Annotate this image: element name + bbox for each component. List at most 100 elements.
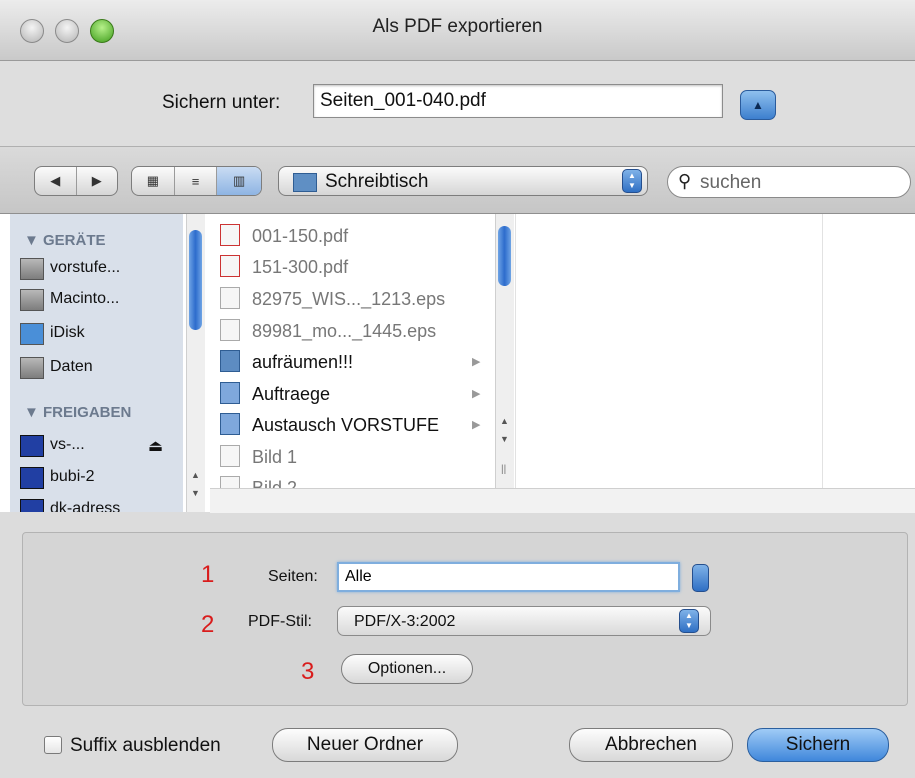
sidebar: ▼ GERÄTE vorstufe... Macinto... iDisk Da… — [10, 214, 183, 512]
list-item[interactable]: 89981_mo..._1445.eps — [220, 319, 436, 342]
hide-suffix-label: Suffix ausblenden — [70, 735, 221, 756]
column-resize-handle[interactable]: || — [501, 464, 506, 475]
scroll-down-icon[interactable]: ▼ — [500, 434, 509, 444]
list-item[interactable]: aufräumen!!! — [220, 350, 353, 373]
list-item[interactable]: 82975_WIS..._1213.eps — [220, 287, 445, 310]
file-name: Bild 1 — [252, 447, 298, 467]
back-forward-control: ◀ ▶ — [34, 166, 118, 196]
sidebar-item-label: dk-adress — [50, 500, 121, 512]
pages-stepper[interactable] — [692, 564, 709, 592]
sidebar-item-label: Daten — [50, 358, 93, 375]
server-folder-icon — [220, 382, 240, 404]
sidebar-item-label: Macinto... — [50, 290, 120, 307]
export-dialog: Als PDF exportieren Sichern unter: ▲ ◀ ▶… — [0, 0, 915, 778]
file-name: 82975_WIS..._1213.eps — [252, 289, 446, 309]
server-folder-icon — [220, 413, 240, 435]
chevron-right-icon: ▶ — [472, 419, 481, 431]
eps-file-icon — [220, 319, 240, 341]
forward-icon[interactable]: ▶ — [77, 167, 118, 195]
monitor-icon — [20, 467, 44, 489]
new-folder-button[interactable]: Neuer Ordner — [272, 728, 458, 762]
sidebar-item-label: bubi-2 — [50, 468, 95, 485]
sidebar-section-shared: ▼ FREIGABEN — [24, 404, 132, 421]
popup-arrows-icon: ▲ ▼ — [622, 169, 642, 193]
scroll-thumb[interactable] — [189, 230, 202, 330]
options-button[interactable]: Optionen... — [341, 654, 473, 684]
file-name: Auftraege — [252, 384, 331, 404]
list-view-icon[interactable]: ≡ — [175, 167, 218, 195]
file-column-scrollbar[interactable]: ▲ ▼ || — [495, 214, 514, 488]
image-file-icon — [220, 445, 240, 467]
scroll-up-icon[interactable]: ▲ — [191, 470, 200, 480]
sidebar-item-macintosh[interactable]: Macinto... — [20, 289, 120, 311]
list-item[interactable]: Auftraege — [220, 382, 330, 405]
sidebar-section-devices: ▼ GERÄTE — [24, 232, 106, 249]
pdf-style-popup[interactable]: PDF/X-3:2002 ▲ ▼ — [337, 606, 711, 636]
hard-drive-icon — [20, 258, 44, 280]
pdf-file-icon — [220, 224, 240, 246]
monitor-icon — [20, 499, 44, 512]
save-as-label: Sichern unter: — [162, 92, 281, 113]
folder-icon — [220, 350, 240, 372]
search-field[interactable]: ⚲ suchen — [667, 166, 911, 198]
scroll-thumb[interactable] — [498, 226, 511, 286]
pages-input[interactable] — [337, 562, 680, 592]
hide-suffix-checkbox[interactable] — [44, 736, 62, 754]
location-popup[interactable]: Schreibtisch ▲ ▼ — [278, 166, 648, 196]
scroll-up-icon[interactable]: ▲ — [500, 416, 509, 426]
hard-drive-icon — [20, 357, 44, 379]
list-item[interactable]: Austausch VORSTUFE — [220, 413, 439, 436]
view-mode-control: ▦ ≡ ▥ — [131, 166, 262, 196]
empty-column — [515, 214, 806, 512]
file-column: 001-150.pdf 151-300.pdf 82975_WIS..._121… — [210, 214, 495, 512]
scroll-down-icon[interactable]: ▼ — [191, 488, 200, 498]
sidebar-scrollbar[interactable]: ▲ ▼ — [186, 214, 205, 512]
file-name: 151-300.pdf — [252, 257, 349, 277]
column-view-icon[interactable]: ▥ — [217, 167, 261, 195]
location-label: Schreibtisch — [325, 171, 429, 192]
sidebar-item-vorstufe[interactable]: vorstufe... — [20, 258, 121, 280]
file-name: 001-150.pdf — [252, 226, 349, 246]
monitor-icon — [20, 435, 44, 457]
popup-arrows-icon: ▲ ▼ — [679, 609, 699, 633]
desktop-folder-icon — [293, 173, 317, 192]
sidebar-item-daten[interactable]: Daten — [20, 357, 93, 379]
eject-icon[interactable]: ⏏ — [148, 436, 163, 456]
triangle-up-icon: ▲ — [752, 98, 764, 112]
search-placeholder: suchen — [700, 172, 762, 193]
sidebar-item-label: vs-... — [50, 436, 85, 453]
list-item[interactable]: 001-150.pdf — [220, 224, 348, 247]
search-icon: ⚲ — [678, 171, 692, 191]
pdf-style-label: PDF-Stil: — [248, 613, 312, 630]
horizontal-scrollbar[interactable] — [210, 488, 915, 513]
chevron-right-icon: ▶ — [472, 356, 481, 368]
sidebar-item-label: vorstufe... — [50, 259, 121, 276]
step-number: 2 — [201, 611, 215, 638]
step-number: 3 — [301, 658, 315, 685]
file-name: Austausch VORSTUFE — [252, 415, 440, 435]
chevron-right-icon: ▶ — [472, 388, 481, 400]
empty-column — [822, 214, 915, 512]
sidebar-item-bubi-2[interactable]: bubi-2 — [20, 467, 95, 489]
file-name: aufräumen!!! — [252, 352, 354, 372]
pages-label: Seiten: — [268, 568, 318, 585]
step-number: 1 — [201, 561, 215, 588]
list-item[interactable]: Bild 1 — [220, 445, 297, 468]
back-icon[interactable]: ◀ — [35, 167, 77, 195]
sidebar-item-dk-adress[interactable]: dk-adress — [20, 499, 121, 512]
sidebar-item-label: iDisk — [50, 324, 85, 341]
sidebar-item-vs[interactable]: vs-... ⏏ — [20, 435, 163, 457]
cancel-button[interactable]: Abbrechen — [569, 728, 733, 762]
hard-drive-icon — [20, 289, 44, 311]
pdf-style-value: PDF/X-3:2002 — [354, 613, 456, 630]
icon-view-icon[interactable]: ▦ — [132, 167, 175, 195]
sidebar-item-idisk[interactable]: iDisk — [20, 323, 85, 345]
pdf-file-icon — [220, 255, 240, 277]
list-item[interactable]: 151-300.pdf — [220, 255, 348, 278]
idisk-icon — [20, 323, 44, 345]
save-button[interactable]: Sichern — [747, 728, 889, 762]
eps-file-icon — [220, 287, 240, 309]
save-as-input[interactable] — [313, 84, 723, 118]
collapse-browser-button[interactable]: ▲ — [740, 90, 776, 120]
window-title: Als PDF exportieren — [372, 16, 543, 37]
